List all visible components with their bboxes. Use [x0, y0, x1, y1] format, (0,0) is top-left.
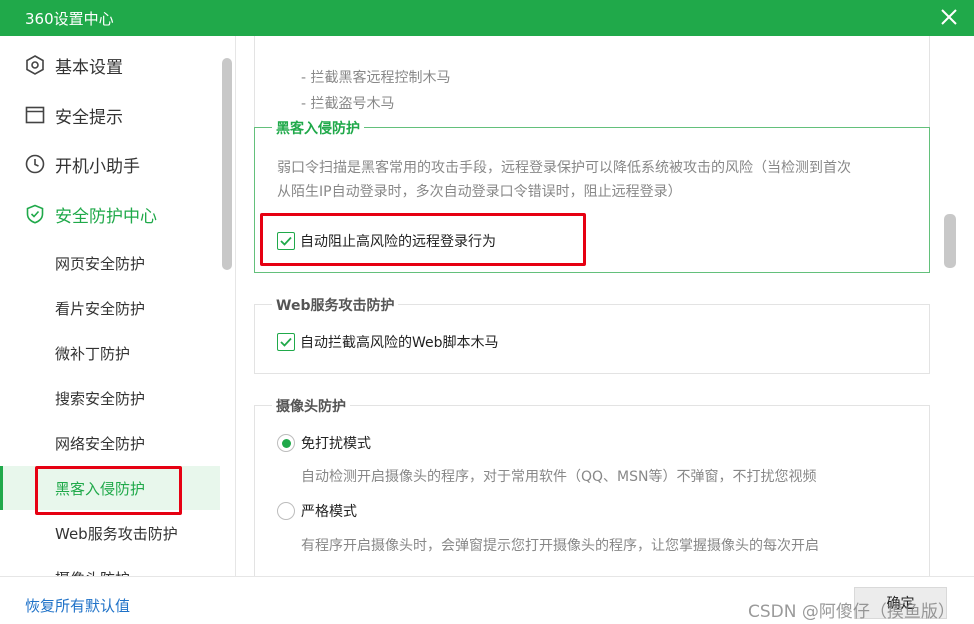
sidebar-subitem-camera-protection[interactable]: 摄像头防护: [0, 556, 220, 576]
sidebar-subitem-web-protection[interactable]: 网页安全防护: [0, 241, 220, 285]
section-title: 摄像头防护: [272, 396, 350, 416]
sidebar: 基本设置 安全提示 开机小助手 安全防护中心 网页安全防护 看片安全防护 微补丁…: [0, 36, 236, 576]
section-previous: - 拦截黑客远程控制木马 - 拦截盗号木马: [254, 36, 930, 128]
main-content: - 拦截黑客远程控制木马 - 拦截盗号木马 黑客入侵防护 弱口令扫描是黑客常用的…: [237, 36, 974, 576]
hexagon-gear-icon: [26, 55, 44, 75]
section-description: 弱口令扫描是黑客常用的攻击手段，远程登录保护可以降低系统被攻击的风险（当检测到首…: [277, 160, 851, 176]
section-title: Web服务攻击防护: [272, 295, 399, 315]
checkbox-checked[interactable]: [277, 333, 295, 351]
sidebar-subitem-network-protection[interactable]: 网络安全防护: [0, 421, 220, 465]
highlight-box: [260, 213, 586, 266]
sidebar-subitem-web-service-protection[interactable]: Web服务攻击防护: [0, 511, 220, 555]
content-scrollbar[interactable]: [944, 214, 956, 268]
sidebar-subitem-label: Web服务攻击防护: [55, 525, 178, 543]
sidebar-subitem-search-protection[interactable]: 搜索安全防护: [0, 376, 220, 420]
radio-unselected[interactable]: [277, 502, 295, 520]
window-title: 360设置中心: [25, 10, 114, 28]
check-icon: [280, 337, 292, 347]
sidebar-subitem-micro-patch[interactable]: 微补丁防护: [0, 331, 220, 375]
sidebar-item-label: 安全提示: [55, 107, 123, 128]
window-icon: [25, 106, 45, 124]
sidebar-item-label: 开机小助手: [55, 156, 140, 177]
reset-defaults-link[interactable]: 恢复所有默认值: [25, 595, 130, 616]
sidebar-subitem-label: 摄像头防护: [55, 568, 130, 576]
sidebar-subitem-label: 网页安全防护: [55, 255, 146, 273]
checkbox-label: 自动拦截高风险的Web脚本木马: [300, 335, 499, 351]
radio-selected[interactable]: [277, 434, 295, 452]
feature-line: - 拦截盗号木马: [301, 96, 395, 112]
sidebar-item-boot-assistant[interactable]: 开机小助手: [0, 142, 220, 186]
option-description: 有程序开启摄像头时，会弹窗提示您打开摄像头的程序，让您掌握摄像头的每次开启: [301, 538, 819, 554]
sidebar-subitem-video-protection[interactable]: 看片安全防护: [0, 286, 220, 330]
watermark: CSDN @阿傻仔（摸鱼版）: [748, 602, 955, 622]
sidebar-item-protection-center[interactable]: 安全防护中心: [0, 192, 220, 236]
section-description: 从陌生IP自动登录时，多次自动登录口令错误时，阻止远程登录）: [277, 184, 682, 200]
radio-label: 严格模式: [301, 504, 357, 520]
section-title: 黑客入侵防护: [272, 118, 364, 138]
shield-check-icon: [26, 204, 44, 224]
sidebar-subitem-label: 微补丁防护: [55, 345, 131, 363]
sidebar-item-security-tips[interactable]: 安全提示: [0, 93, 220, 137]
sidebar-subitem-label: 网络安全防护: [55, 435, 146, 453]
sidebar-scrollbar[interactable]: [222, 58, 232, 270]
clock-icon: [25, 154, 45, 174]
section-web-service-protection: Web服务攻击防护 自动拦截高风险的Web脚本木马: [254, 295, 930, 374]
section-camera-protection: 摄像头防护 免打扰模式 自动检测开启摄像头的程序，对于常用软件（QQ、MSN等）…: [254, 396, 930, 576]
highlight-box: [35, 466, 182, 515]
radio-label: 免打扰模式: [301, 436, 371, 452]
sidebar-item-label: 基本设置: [55, 57, 123, 78]
sidebar-item-basic-settings[interactable]: 基本设置: [0, 43, 220, 87]
sidebar-subitem-label: 搜索安全防护: [55, 390, 146, 408]
feature-line: - 拦截黑客远程控制木马: [301, 70, 451, 86]
footer: 恢复所有默认值 确定 CSDN @阿傻仔（摸鱼版）: [0, 576, 974, 624]
title-bar: 360设置中心: [0, 0, 974, 36]
option-description: 自动检测开启摄像头的程序，对于常用软件（QQ、MSN等）不弹窗，不打扰您视频: [301, 469, 817, 485]
radio-strict-mode[interactable]: 严格模式: [277, 501, 357, 521]
sidebar-subitem-label: 看片安全防护: [55, 300, 146, 318]
sidebar-item-label: 安全防护中心: [55, 206, 157, 227]
close-icon[interactable]: [938, 6, 960, 28]
radio-no-disturb-mode[interactable]: 免打扰模式: [277, 433, 371, 453]
web-script-block-checkbox[interactable]: 自动拦截高风险的Web脚本木马: [277, 332, 499, 352]
